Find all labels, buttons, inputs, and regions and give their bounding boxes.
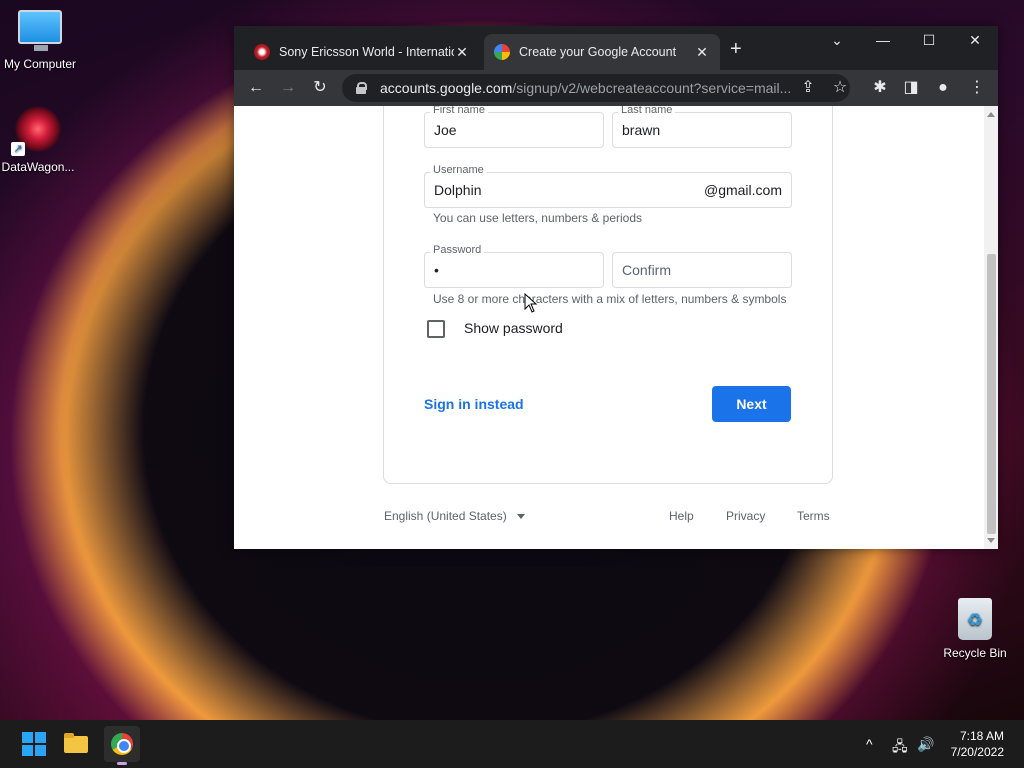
username-label: Username: [430, 164, 487, 176]
scrollbar-thumb[interactable]: [987, 254, 996, 534]
username-hint: You can use letters, numbers & periods: [433, 211, 643, 225]
minimize-button[interactable]: —: [871, 32, 895, 48]
tab-title: Sony Ericsson World - Internation: [279, 45, 454, 59]
clock-time: 7:18 AM: [959, 729, 1004, 743]
first-name-label: First name: [430, 106, 488, 116]
recycle-bin-icon: ♻: [958, 598, 992, 640]
username-value: Dolphin: [434, 182, 482, 198]
privacy-link[interactable]: Privacy: [726, 509, 765, 523]
lock-icon[interactable]: [356, 82, 367, 94]
first-name-field[interactable]: First name Joe: [424, 106, 604, 148]
tab-sony-ericsson[interactable]: Sony Ericsson World - Internation ✕: [244, 34, 480, 70]
browser-window: Sony Ericsson World - Internation ✕ Crea…: [234, 26, 998, 549]
page-scrollbar[interactable]: [984, 106, 998, 549]
shortcut-arrow-icon: ↗: [11, 142, 25, 156]
desktop-icon-label: My Computer: [3, 57, 77, 71]
menu-icon[interactable]: ⋮: [966, 77, 988, 99]
mouse-cursor-icon: [524, 293, 538, 313]
url-host: accounts.google.com: [380, 80, 513, 96]
password-label: Password: [430, 244, 485, 256]
last-name-label: Last name: [618, 106, 676, 116]
chrome-taskbar-icon[interactable]: [104, 726, 140, 765]
close-tab-icon[interactable]: ✕: [454, 44, 470, 61]
desktop-icon-recycle-bin[interactable]: ♻ Recycle Bin: [935, 598, 1015, 660]
password-hint: Use 8 or more characters with a mix of l…: [433, 292, 787, 306]
extensions-icon[interactable]: ✱: [869, 77, 891, 99]
last-name-value: brawn: [622, 122, 661, 138]
gmail-suffix: @gmail.com: [703, 182, 782, 198]
forward-button[interactable]: →: [277, 77, 299, 99]
desktop-icon-label: DataWagon...: [1, 160, 75, 174]
clock-date: 7/20/2022: [950, 745, 1004, 759]
computer-icon: [18, 10, 62, 51]
next-button[interactable]: Next: [712, 386, 791, 422]
start-button[interactable]: [18, 728, 50, 760]
tab-title: Create your Google Account: [519, 45, 677, 59]
maximize-button[interactable]: ☐: [917, 32, 941, 49]
show-password-label[interactable]: Show password: [464, 320, 563, 336]
scroll-up-icon[interactable]: [987, 112, 995, 117]
dropdown-caret-icon: [516, 514, 525, 520]
file-explorer-icon[interactable]: [60, 728, 92, 760]
close-tab-icon[interactable]: ✕: [694, 44, 710, 61]
desktop-icon-datawagon[interactable]: ↗ DataWagon...: [0, 106, 78, 174]
show-password-checkbox[interactable]: [427, 320, 445, 338]
side-panel-icon[interactable]: ◨: [900, 77, 922, 99]
bookmark-star-icon[interactable]: ☆: [829, 77, 851, 99]
back-button[interactable]: ←: [245, 77, 267, 99]
tab-create-google-account[interactable]: Create your Google Account ✕: [484, 34, 720, 70]
page-content: First name Joe Last name brawn Username …: [234, 106, 984, 549]
google-favicon-icon: [494, 44, 510, 60]
password-field[interactable]: Password •: [424, 244, 604, 288]
desktop-icon-my-computer[interactable]: My Computer: [0, 10, 80, 71]
show-hidden-icons-chevron[interactable]: ^: [866, 736, 873, 752]
confirm-placeholder: Confirm: [622, 262, 672, 278]
password-value: •: [434, 262, 439, 278]
new-tab-button[interactable]: +: [730, 39, 742, 59]
taskbar: ^ 🖧 🔊 7:18 AM 7/20/2022: [0, 720, 1024, 768]
username-field[interactable]: Username Dolphin @gmail.com: [424, 164, 792, 208]
first-name-value: Joe: [434, 122, 457, 138]
close-window-button[interactable]: ✕: [963, 32, 987, 49]
last-name-field[interactable]: Last name brawn: [612, 106, 792, 148]
datawagon-icon: ↗: [11, 106, 61, 156]
language-selector[interactable]: English (United States): [384, 509, 525, 523]
site-favicon-icon: [254, 44, 270, 60]
profile-icon[interactable]: ●: [932, 77, 954, 99]
language-label: English (United States): [384, 509, 507, 523]
reload-button[interactable]: ↻: [309, 77, 331, 99]
taskbar-clock[interactable]: 7:18 AM 7/20/2022: [951, 728, 1004, 760]
tab-strip: Sony Ericsson World - Internation ✕ Crea…: [234, 26, 998, 70]
network-icon[interactable]: 🖧: [892, 736, 908, 760]
volume-icon[interactable]: 🔊: [917, 736, 934, 753]
confirm-password-field[interactable]: Confirm: [612, 252, 792, 288]
url-path: /signup/v2/webcreateaccount?service=mail…: [512, 80, 792, 96]
desktop-icon-label: Recycle Bin: [943, 646, 1007, 660]
scroll-down-icon[interactable]: [987, 538, 995, 543]
help-link[interactable]: Help: [669, 509, 694, 523]
sign-in-instead-link[interactable]: Sign in instead: [424, 396, 524, 412]
terms-link[interactable]: Terms: [797, 509, 830, 523]
address-bar[interactable]: accounts.google.com /signup/v2/webcreate…: [342, 74, 850, 102]
tab-search-dropdown-icon[interactable]: ⌄: [825, 32, 849, 49]
share-icon[interactable]: ⇪: [797, 77, 819, 99]
browser-toolbar: ← → ↻ accounts.google.com /signup/v2/web…: [234, 70, 998, 106]
